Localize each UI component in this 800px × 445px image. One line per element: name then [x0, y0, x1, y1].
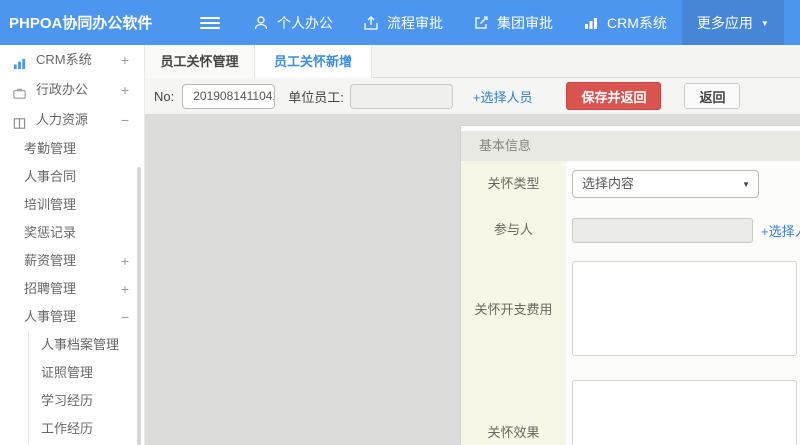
sidebar-item-attendance[interactable]: 考勤管理	[0, 135, 144, 163]
form-row-participants: 参与人 +选择人员	[461, 207, 800, 253]
sidebar-item-hr-contract[interactable]: 人事合同	[0, 163, 144, 191]
return-button[interactable]: 返回	[684, 83, 741, 109]
nav-item-flow-approval[interactable]: 流程审批	[348, 0, 458, 45]
sidebar-menu: CRM系统 + 行政办公 + 人力资源 − 考勤管理 人事合同 培训管理 奖惩记…	[0, 45, 145, 445]
nav-item-more-apps[interactable]: 更多应用 ▼	[681, 0, 784, 45]
bar-chart-icon	[583, 15, 599, 31]
sidebar-item-salary[interactable]: 薪资管理 +	[0, 247, 144, 275]
sidebar-item-crm[interactable]: CRM系统 +	[0, 45, 144, 75]
app-window: { "header": { "logo": "PHPOA协同办公软件", "na…	[0, 0, 800, 445]
form-row-care-expense: 关怀开支费用	[461, 253, 800, 368]
sidebar-item-personnel-files[interactable]: 人事档案管理	[28, 331, 144, 359]
app-logo: PHPOA协同办公软件	[9, 15, 153, 32]
no-label: No:	[154, 88, 175, 104]
employee-label: 单位员工:	[288, 89, 344, 105]
sidebar-item-rewards[interactable]: 奖惩记录	[0, 219, 144, 247]
nav-label: 流程审批	[387, 14, 443, 31]
form-toolbar: No: 单位员工: +选择人员 保存并返回 返回	[145, 78, 800, 115]
care-type-label: 关怀类型	[487, 175, 540, 191]
expand-icon[interactable]: +	[121, 275, 129, 303]
user-icon	[253, 15, 269, 31]
care-expense-textarea[interactable]	[572, 261, 797, 356]
select-value: 选择内容	[582, 176, 635, 191]
top-header: PHPOA协同办公软件 个人办公 流程审批 集团审批 CRM系统 更多应用 ▼	[0, 0, 800, 45]
participants-input[interactable]	[572, 217, 753, 243]
hamburger-menu-icon[interactable]	[200, 14, 220, 32]
tab-employee-care-new[interactable]: 员工关怀新增	[255, 45, 372, 79]
caret-down-icon: ▼	[742, 180, 750, 189]
care-effect-textarea[interactable]	[572, 380, 797, 445]
expand-icon[interactable]: +	[121, 247, 129, 275]
form-row-care-effect: 关怀效果	[461, 368, 800, 445]
sidebar-item-certificates[interactable]: 证照管理	[28, 359, 144, 387]
expand-icon[interactable]: +	[121, 75, 129, 105]
sidebar-item-work-history[interactable]: 工作经历	[28, 415, 144, 443]
sidebar-item-study-history[interactable]: 学习经历	[28, 387, 144, 415]
content-area: 基本信息 关怀类型 选择内容 ▼ 参与人 +选择 关怀开支费用 关怀效果	[145, 115, 800, 445]
collapse-icon[interactable]: −	[121, 303, 129, 331]
flow-approve-icon	[363, 15, 379, 31]
sidebar-item-recruitment[interactable]: 招聘管理 +	[0, 275, 144, 303]
expand-icon[interactable]: +	[121, 45, 129, 75]
participants-label: 参与人	[493, 221, 533, 237]
sidebar-scrollbar[interactable]	[137, 167, 141, 445]
form-panel: 基本信息 关怀类型 选择内容 ▼ 参与人 +选择 关怀开支费用 关怀效果	[460, 125, 800, 445]
sidebar-item-personnel[interactable]: 人事管理 −	[0, 303, 144, 331]
nav-label: 集团审批	[497, 14, 553, 31]
main-area: 员工关怀管理 员工关怀新增 No: 单位员工: +选择人员 保存并返回 返回 基…	[145, 45, 800, 445]
section-title: 基本信息	[461, 131, 800, 161]
edit-approve-icon	[473, 15, 489, 31]
nav-item-personal-office[interactable]: 个人办公	[238, 0, 348, 45]
tab-bar: 员工关怀管理 员工关怀新增	[145, 45, 800, 79]
nav-item-group-approval[interactable]: 集团审批	[458, 0, 568, 45]
collapse-icon[interactable]: −	[121, 105, 129, 135]
nav-label: CRM系统	[607, 14, 667, 31]
caret-down-icon: ▼	[760, 18, 769, 28]
no-input[interactable]	[182, 83, 276, 109]
form-row-care-type: 关怀类型 选择内容 ▼	[461, 161, 800, 207]
nav-label: 个人办公	[277, 14, 333, 31]
sidebar-item-hr[interactable]: 人力资源 −	[0, 105, 144, 135]
sidebar-item-training[interactable]: 培训管理	[0, 191, 144, 219]
nav-label: 更多应用	[696, 14, 753, 31]
tab-employee-care-manage[interactable]: 员工关怀管理	[145, 45, 255, 78]
sidebar-item-admin-office[interactable]: 行政办公 +	[0, 75, 144, 105]
top-nav: 个人办公 流程审批 集团审批 CRM系统 更多应用 ▼	[238, 0, 784, 45]
employee-input[interactable]	[349, 83, 453, 109]
select-person-link[interactable]: +选择人员	[473, 87, 533, 106]
nav-item-crm[interactable]: CRM系统	[568, 0, 682, 45]
select-participants-link[interactable]: +选择人员	[761, 221, 800, 240]
form-body: 关怀类型 选择内容 ▼ 参与人 +选择人员	[461, 161, 800, 445]
care-type-select[interactable]: 选择内容 ▼	[572, 170, 759, 198]
care-expense-label: 关怀开支费用	[474, 302, 553, 318]
care-effect-label: 关怀效果	[487, 424, 540, 440]
save-and-return-button[interactable]: 保存并返回	[566, 82, 662, 110]
